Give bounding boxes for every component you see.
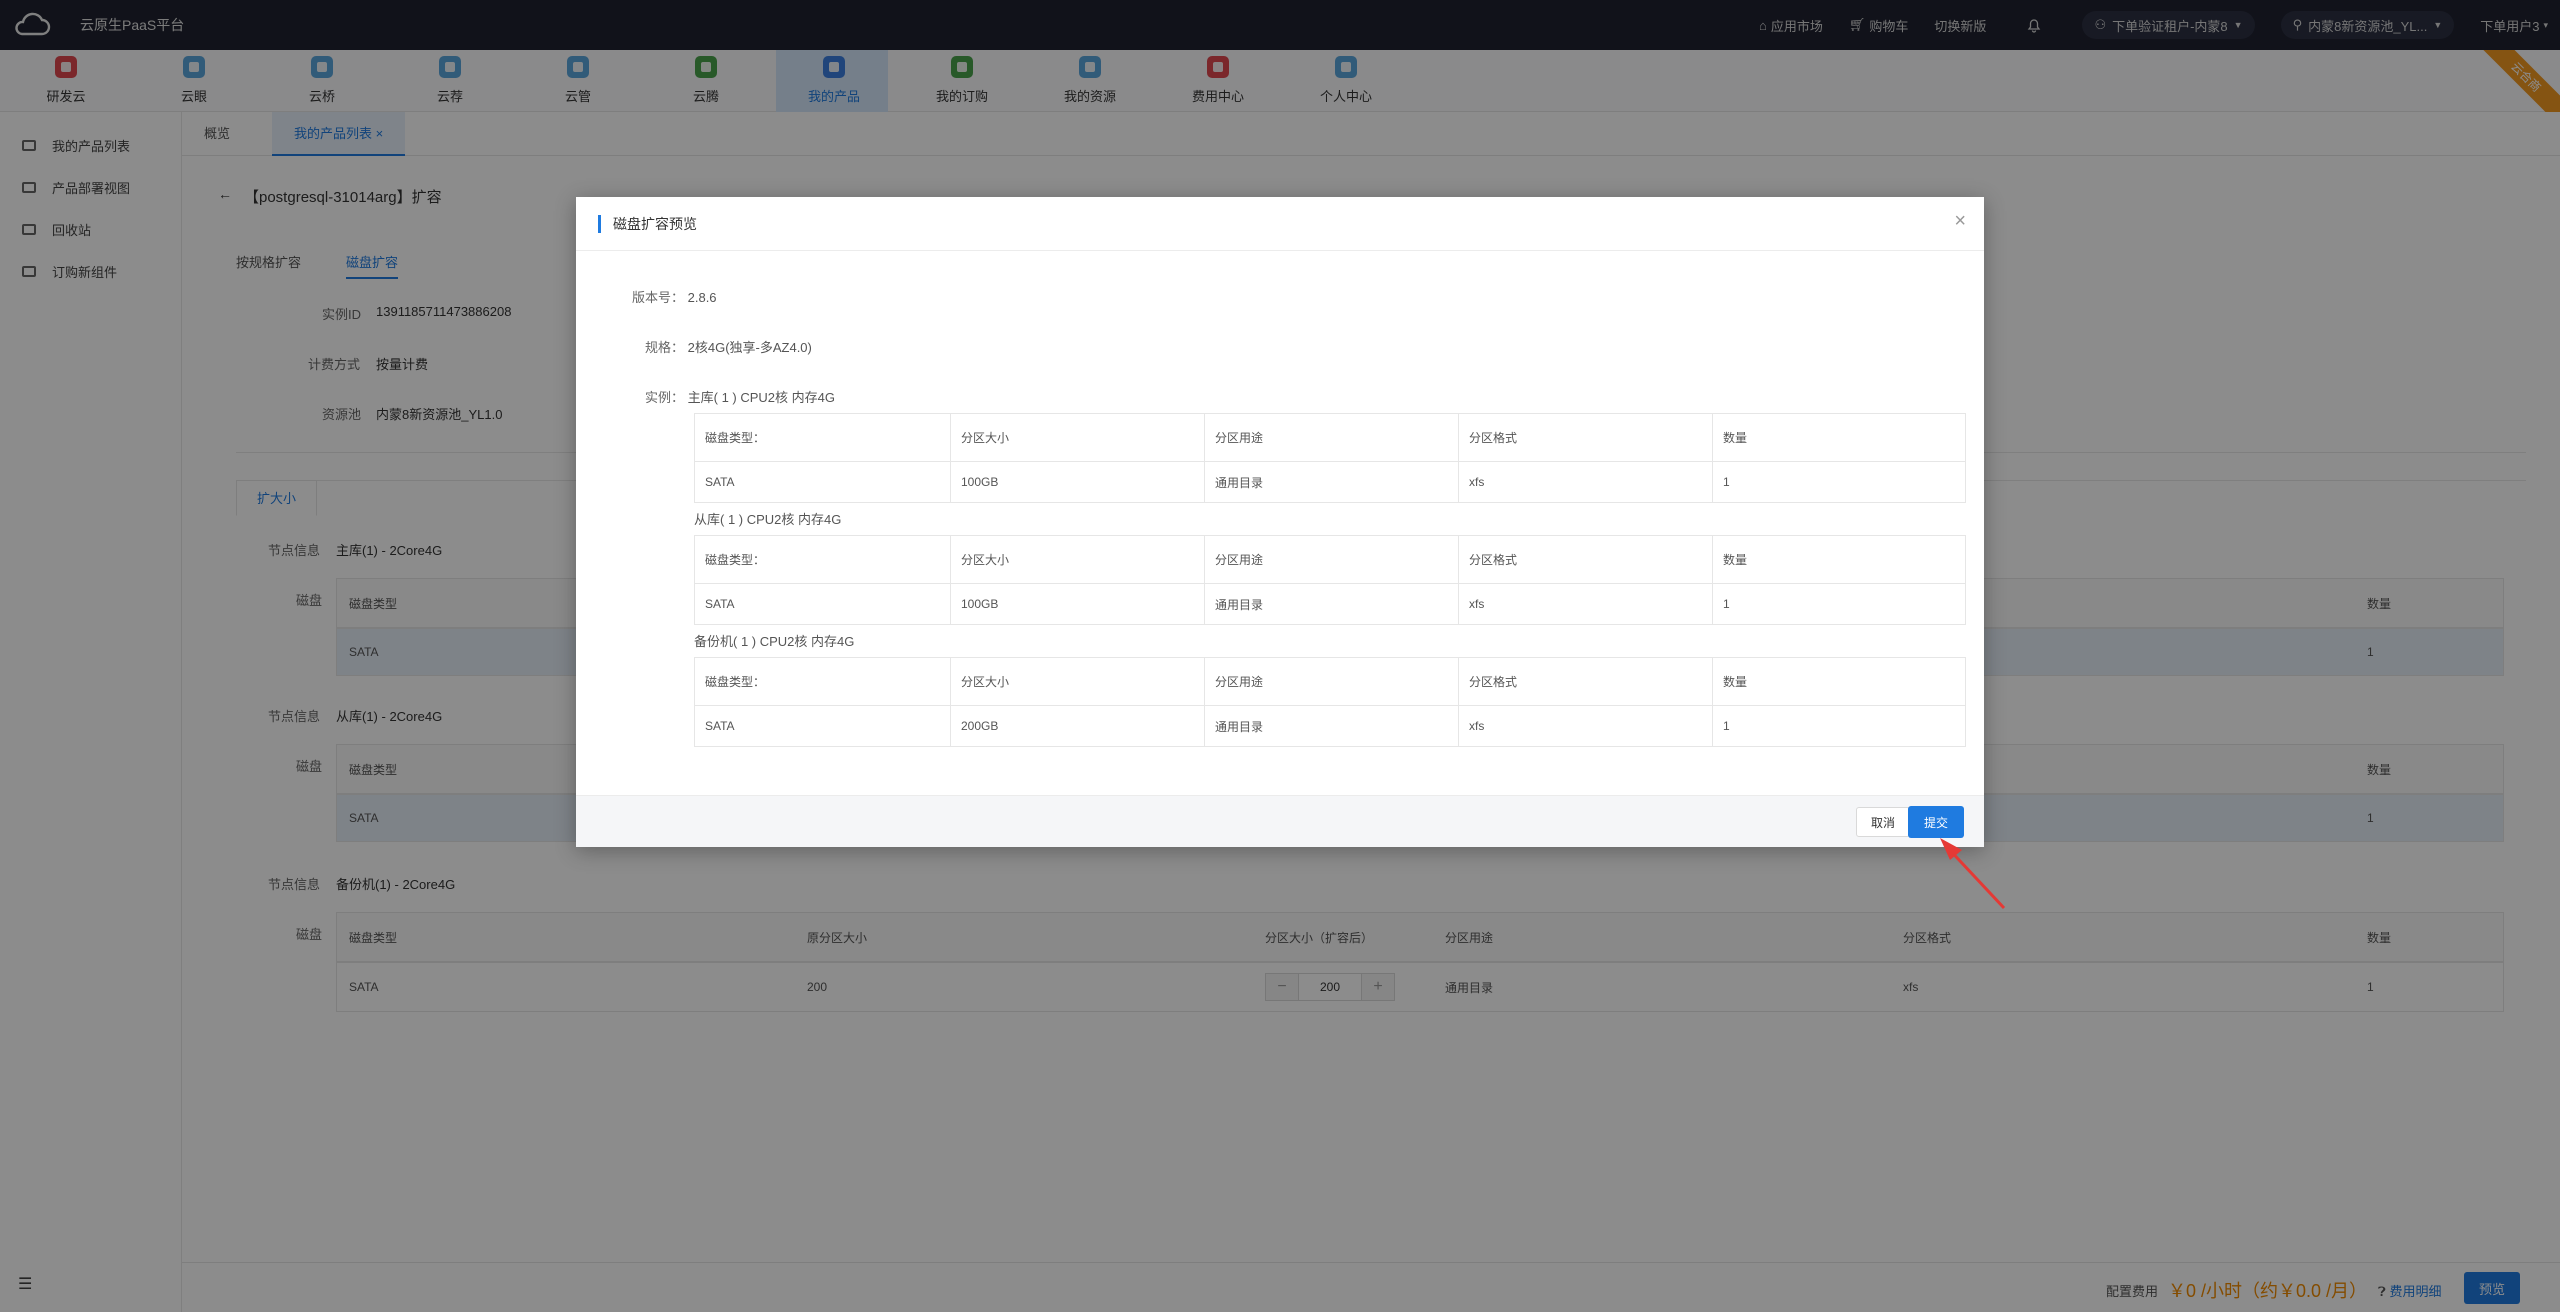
header-usage: 分区用途 <box>1205 536 1459 583</box>
header-format: 分区格式 <box>1459 658 1713 705</box>
dialog-footer: 取消 提交 <box>576 795 1984 847</box>
spec-label: 规格： <box>644 340 684 355</box>
table-row: SATA 200GB 通用目录 xfs 1 <box>695 706 1965 746</box>
version-label: 版本号： <box>631 290 684 305</box>
header-format: 分区格式 <box>1459 414 1713 461</box>
header-size: 分区大小 <box>951 414 1205 461</box>
instance-disk-table: 磁盘类型： 分区大小 分区用途 分区格式 数量 SATA 100GB 通用目录 … <box>694 413 1966 503</box>
cell-usage: 通用目录 <box>1205 584 1459 624</box>
header-count: 数量 <box>1723 675 1748 689</box>
spec-row: 规格： 2核4G(独享-多AZ4.0) <box>576 337 812 356</box>
cell-format: xfs <box>1459 706 1713 746</box>
group-title: 主库( 1 ) CPU2核 内存4G <box>687 390 835 405</box>
header-usage: 分区用途 <box>1205 658 1459 705</box>
group-title: 备份机( 1 ) CPU2核 内存4G <box>694 634 855 649</box>
cell-size: 100GB <box>951 462 1205 502</box>
instance-disk-table: 磁盘类型： 分区大小 分区用途 分区格式 数量 SATA 200GB 通用目录 … <box>694 657 1966 747</box>
instance-row: 实例： 主库( 1 ) CPU2核 内存4G <box>576 387 835 406</box>
instance-disk-table: 磁盘类型： 分区大小 分区用途 分区格式 数量 SATA 100GB 通用目录 … <box>694 535 1966 625</box>
cell-count: 1 <box>1723 475 1730 489</box>
close-icon[interactable]: × <box>1954 211 1966 231</box>
cell-format: xfs <box>1459 462 1713 502</box>
header-count: 数量 <box>1723 553 1748 567</box>
group-title: 从库( 1 ) CPU2核 内存4G <box>694 512 842 527</box>
cell-disk-type: SATA <box>695 706 951 746</box>
cell-size: 100GB <box>951 584 1205 624</box>
cell-disk-type: SATA <box>695 584 951 624</box>
version-row: 版本号： 2.8.6 <box>576 287 717 306</box>
cell-usage: 通用目录 <box>1205 462 1459 502</box>
submit-button[interactable]: 提交 <box>1908 806 1964 838</box>
cell-size: 200GB <box>951 706 1205 746</box>
dialog-title: 磁盘扩容预览 <box>598 215 697 233</box>
dialog-header: 磁盘扩容预览 × <box>576 197 1984 251</box>
header-usage: 分区用途 <box>1205 414 1459 461</box>
table-row: SATA 100GB 通用目录 xfs 1 <box>695 462 1965 502</box>
cell-count: 1 <box>1723 597 1730 611</box>
cell-usage: 通用目录 <box>1205 706 1459 746</box>
cell-format: xfs <box>1459 584 1713 624</box>
disk-expand-preview-dialog: 磁盘扩容预览 × 版本号： 2.8.6 规格： 2核4G(独享-多AZ4.0) … <box>576 197 1984 847</box>
cell-disk-type: SATA <box>695 462 951 502</box>
header-disk-type: 磁盘类型： <box>695 658 951 705</box>
table-header: 磁盘类型： 分区大小 分区用途 分区格式 数量 <box>695 536 1965 584</box>
cancel-button[interactable]: 取消 <box>1856 807 1910 837</box>
cell-count: 1 <box>1723 719 1730 733</box>
version-value: 2.8.6 <box>687 290 717 305</box>
header-disk-type: 磁盘类型： <box>695 536 951 583</box>
header-format: 分区格式 <box>1459 536 1713 583</box>
instance-label: 实例： <box>644 390 684 405</box>
spec-value: 2核4G(独享-多AZ4.0) <box>687 340 812 355</box>
header-count: 数量 <box>1723 431 1748 445</box>
header-disk-type: 磁盘类型： <box>695 414 951 461</box>
header-size: 分区大小 <box>951 536 1205 583</box>
table-header: 磁盘类型： 分区大小 分区用途 分区格式 数量 <box>695 414 1965 462</box>
table-row: SATA 100GB 通用目录 xfs 1 <box>695 584 1965 624</box>
table-header: 磁盘类型： 分区大小 分区用途 分区格式 数量 <box>695 658 1965 706</box>
header-size: 分区大小 <box>951 658 1205 705</box>
